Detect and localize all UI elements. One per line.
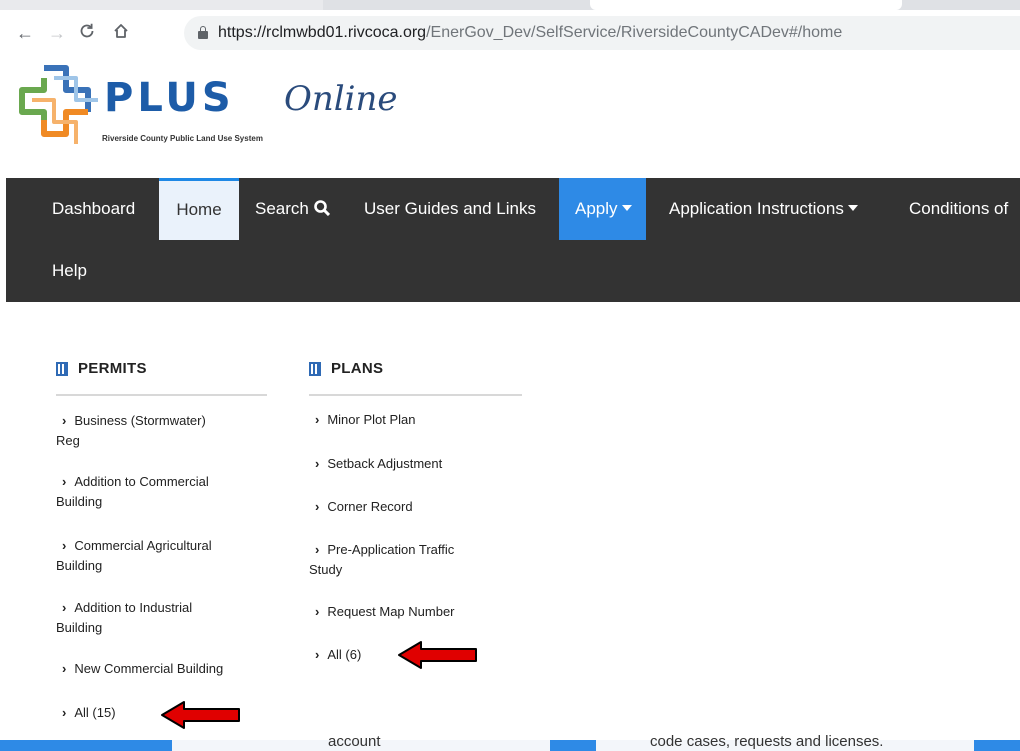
plans-header: PLANS — [309, 356, 522, 396]
search-icon — [313, 200, 330, 217]
reload-icon[interactable] — [78, 22, 96, 45]
back-arrow-icon[interactable]: ← — [16, 22, 34, 44]
chevron-right-icon: › — [62, 413, 67, 428]
nav-apply-label: Apply — [575, 199, 618, 218]
plans-column: PLANS › Minor Plot Plan › Setback Adjustme… — [309, 356, 522, 662]
red-arrow-icon — [398, 641, 477, 669]
nav-search[interactable]: Search — [255, 178, 330, 240]
chevron-right-icon: › — [62, 600, 67, 615]
browser-toolbar: ← → https://rclmwbd01.rivcoca.org/EnerGo… — [0, 10, 1020, 56]
browser-tabstrip — [0, 0, 1020, 10]
chevron-right-icon: › — [315, 412, 320, 427]
permits-title: PERMITS — [78, 360, 147, 377]
chevron-right-icon: › — [62, 474, 67, 489]
chevron-right-icon: › — [315, 542, 320, 557]
chevron-right-icon: › — [315, 499, 320, 514]
nav-application-instructions[interactable]: Application Instructions — [669, 178, 858, 240]
plan-link[interactable]: › Request Map Number — [315, 602, 455, 622]
plus-online-logo[interactable]: PLUS Online Riverside County Public Land… — [14, 56, 434, 156]
permit-link[interactable]: › Addition to Industrial Building — [56, 598, 192, 638]
nav-home[interactable]: Home — [159, 178, 239, 240]
browser-tab[interactable] — [0, 0, 323, 10]
card-text-cut: code cases, requests and licenses. — [650, 733, 884, 750]
caret-down-icon — [847, 205, 858, 211]
home-icon[interactable] — [112, 22, 130, 45]
plan-link[interactable]: › Minor Plot Plan — [315, 410, 416, 430]
logo-word: PLUS — [104, 75, 235, 121]
permit-link[interactable]: › New Commercial Building — [62, 659, 223, 679]
permit-link[interactable]: › Commercial Agricultural Building — [56, 536, 212, 576]
address-bar[interactable]: https://rclmwbd01.rivcoca.org/EnerGov_De… — [184, 16, 1020, 50]
chevron-right-icon: › — [315, 647, 320, 662]
plans-title: PLANS — [331, 360, 384, 377]
plan-link[interactable]: › Pre-Application Traffic Study — [309, 540, 454, 580]
nav-app-instructions-label: Application Instructions — [669, 199, 844, 218]
logo-online-text: Online — [284, 79, 398, 119]
card-text-cut: account — [328, 733, 381, 750]
chevron-right-icon: › — [315, 456, 320, 471]
site-header: PLUS Online Riverside County Public Land… — [6, 56, 1020, 178]
caret-down-icon — [621, 205, 632, 211]
plan-link[interactable]: › Setback Adjustment — [315, 454, 442, 474]
building-icon — [309, 362, 321, 376]
chevron-right-icon: › — [62, 661, 67, 676]
building-icon — [56, 362, 68, 376]
permit-link[interactable]: › Addition to Commercial Building — [56, 472, 209, 512]
chevron-right-icon: › — [62, 705, 67, 720]
red-arrow-icon — [161, 701, 240, 729]
plus-logo-mark-icon — [19, 65, 98, 144]
lock-icon[interactable] — [198, 26, 208, 39]
permits-header: PERMITS — [56, 356, 267, 396]
permits-column: PERMITS › Business (Stormwater) Reg › Addit… — [56, 356, 267, 720]
nav-conditions[interactable]: Conditions of — [909, 178, 1008, 240]
permits-all-link[interactable]: › All (15) — [62, 703, 116, 723]
main-nav: Dashboard Home Search User Guides and Li… — [6, 178, 1020, 302]
chevron-right-icon: › — [315, 604, 320, 619]
browser-tab-active[interactable] — [590, 0, 902, 10]
chevron-right-icon: › — [62, 538, 67, 553]
logo-tagline: Riverside County Public Land Use System — [102, 134, 263, 143]
url-text: https://rclmwbd01.rivcoca.org/EnerGov_De… — [218, 24, 843, 41]
forward-arrow-icon[interactable]: → — [48, 22, 66, 44]
plan-link[interactable]: › Corner Record — [315, 497, 413, 517]
nav-apply[interactable]: Apply — [559, 178, 646, 240]
nav-search-label: Search — [255, 199, 309, 218]
plans-all-link[interactable]: › All (6) — [315, 645, 361, 665]
nav-help[interactable]: Help — [52, 240, 87, 302]
nav-user-guides[interactable]: User Guides and Links — [364, 178, 536, 240]
nav-dashboard[interactable]: Dashboard — [52, 178, 135, 240]
permit-link[interactable]: › Business (Stormwater) Reg — [56, 411, 206, 451]
bottom-card-band: account code cases, requests and license… — [0, 734, 1020, 751]
